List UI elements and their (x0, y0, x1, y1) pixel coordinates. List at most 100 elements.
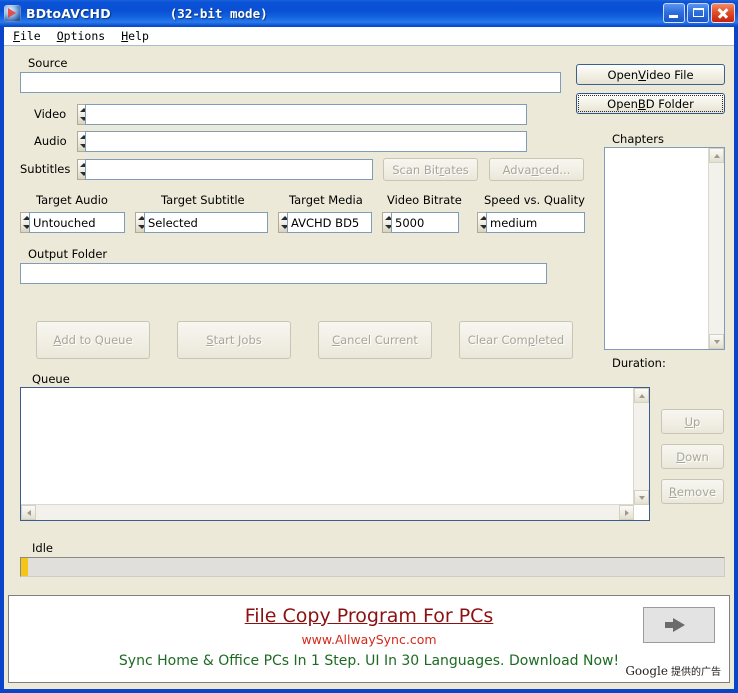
advanced-accel: n (531, 162, 539, 177)
window-title-mode: (32-bit mode) (169, 6, 268, 21)
video-bitrate-input[interactable]: 5000 (391, 212, 459, 233)
scroll-up-icon[interactable] (634, 388, 649, 403)
target-subtitle-label: Target Subtitle (161, 193, 245, 207)
window-title: BDtoAVCHD (26, 6, 111, 21)
scroll-right-icon[interactable] (619, 505, 634, 520)
down-button[interactable]: Down (661, 444, 724, 469)
client-area: Source Video Audio Subtitles Scan Bit r at… (4, 46, 734, 689)
clear-completed-button[interactable]: Clear Com p leted (459, 321, 573, 359)
queue-scrollbar-horizontal[interactable] (21, 504, 634, 520)
menu-item-options[interactable]: Options (50, 28, 112, 44)
menu-file-rest: ile (19, 29, 41, 43)
duration-label: Duration: (612, 356, 666, 370)
menu-item-file[interactable]: File (6, 28, 48, 44)
advanced-pre: Adva (502, 162, 532, 177)
clear-completed-pre: Clear Com (467, 333, 528, 347)
cancel-current-accel: C (332, 333, 341, 347)
up-button[interactable]: Up (661, 409, 724, 434)
up-post: p (693, 414, 701, 429)
remove-post: emove (676, 484, 717, 499)
ad-next-button[interactable] (643, 607, 715, 643)
ad-banner[interactable]: File Copy Program For PCs www.AllwaySync… (8, 595, 730, 683)
source-label: Source (28, 56, 68, 70)
video-label: Video (34, 107, 67, 121)
ad-headline[interactable]: File Copy Program For PCs (9, 605, 729, 627)
chapters-scrollbar-vertical[interactable] (708, 148, 724, 349)
arrow-right-icon (665, 618, 685, 632)
target-audio-label: Target Audio (36, 193, 108, 207)
menu-bar: File Options Help (4, 27, 734, 46)
output-folder-input[interactable] (20, 263, 547, 284)
remove-accel: R (668, 484, 677, 499)
speed-quality-input[interactable]: medium (486, 212, 585, 233)
advanced-button[interactable]: Adva n ced... (489, 158, 584, 181)
menu-help-rest: elp (128, 29, 149, 43)
start-jobs-accel: S (206, 333, 214, 347)
audio-label: Audio (34, 134, 67, 148)
ad-credit-text: 提供的广告 (671, 667, 721, 678)
target-media-label: Target Media (289, 193, 363, 207)
ad-description: Sync Home & Office PCs In 1 Step. UI In … (118, 653, 620, 669)
menu-item-help[interactable]: Help (114, 28, 156, 44)
ad-credit-brand: Google (625, 664, 668, 678)
maximize-icon[interactable] (687, 3, 709, 23)
scan-bitrates-button[interactable]: Scan Bit r ates (383, 158, 478, 181)
start-jobs-post: tart Jobs (213, 333, 262, 347)
subtitles-label: Subtitles (20, 162, 71, 176)
clear-completed-accel: p (527, 333, 536, 347)
queue-scrollbar-vertical[interactable] (633, 388, 649, 505)
title-bar: BDtoAVCHD (32-bit mode) (0, 0, 738, 27)
ad-url[interactable]: www.AllwaySync.com (9, 632, 729, 647)
open-bd-folder-button[interactable]: Open BD Folder (576, 93, 725, 114)
target-media-input[interactable]: AVCHD BD5 (287, 212, 372, 233)
queue-listbox[interactable] (20, 387, 650, 521)
add-queue-post: dd to Queue (61, 333, 133, 347)
open-video-post: ideo File (646, 67, 694, 82)
scroll-down-icon[interactable] (634, 490, 649, 505)
status-label: Idle (32, 541, 53, 555)
down-post: own (685, 449, 709, 464)
video-input[interactable] (85, 104, 527, 125)
speed-quality-label: Speed vs. Quality (484, 193, 585, 207)
scroll-down-icon[interactable] (709, 334, 724, 349)
remove-button[interactable]: Remove (661, 479, 724, 504)
scroll-up-icon[interactable] (709, 148, 724, 163)
subtitles-input[interactable] (85, 159, 373, 180)
progress-bar (20, 557, 725, 577)
queue-label: Queue (32, 372, 70, 386)
ad-credit: Google 提供的广告 (625, 663, 721, 678)
target-audio-input[interactable]: Untouched (29, 212, 125, 233)
cancel-current-button[interactable]: Cancel Current (318, 321, 432, 359)
add-to-queue-button[interactable]: Add to Queue (36, 321, 150, 359)
application-window: BDtoAVCHD (32-bit mode) File Options Hel… (0, 0, 738, 693)
open-bd-post: D Folder (645, 96, 694, 111)
close-icon[interactable] (711, 3, 735, 23)
app-icon (4, 5, 21, 22)
minimize-icon[interactable] (663, 3, 685, 23)
chapters-label: Chapters (612, 132, 664, 146)
target-subtitle-input[interactable]: Selected (144, 212, 268, 233)
scan-bitrates-pre: Scan Bit (392, 162, 440, 177)
add-queue-accel: A (53, 333, 62, 347)
audio-input[interactable] (85, 131, 527, 152)
scan-bitrates-post: ates (444, 162, 469, 177)
source-input[interactable] (20, 72, 561, 93)
open-bd-pre: Open (607, 96, 638, 111)
cancel-current-post: ancel Current (340, 333, 418, 347)
open-video-pre: Open (607, 67, 639, 82)
clear-completed-post: leted (535, 333, 565, 347)
chapters-listbox[interactable] (604, 147, 725, 350)
open-bd-accel: B (637, 96, 646, 111)
open-video-file-button[interactable]: Open Video File (576, 64, 725, 85)
scroll-left-icon[interactable] (21, 505, 36, 520)
start-jobs-button[interactable]: Start Jobs (177, 321, 291, 359)
up-accel: U (684, 414, 694, 429)
caption-buttons (663, 3, 735, 23)
open-video-accel: V (638, 67, 647, 82)
video-bitrate-label: Video Bitrate (387, 193, 462, 207)
down-accel: D (676, 449, 686, 464)
progress-fill (21, 558, 29, 576)
output-folder-label: Output Folder (28, 247, 108, 261)
advanced-post: ced... (538, 162, 571, 177)
menu-options-rest: ptions (63, 29, 106, 43)
